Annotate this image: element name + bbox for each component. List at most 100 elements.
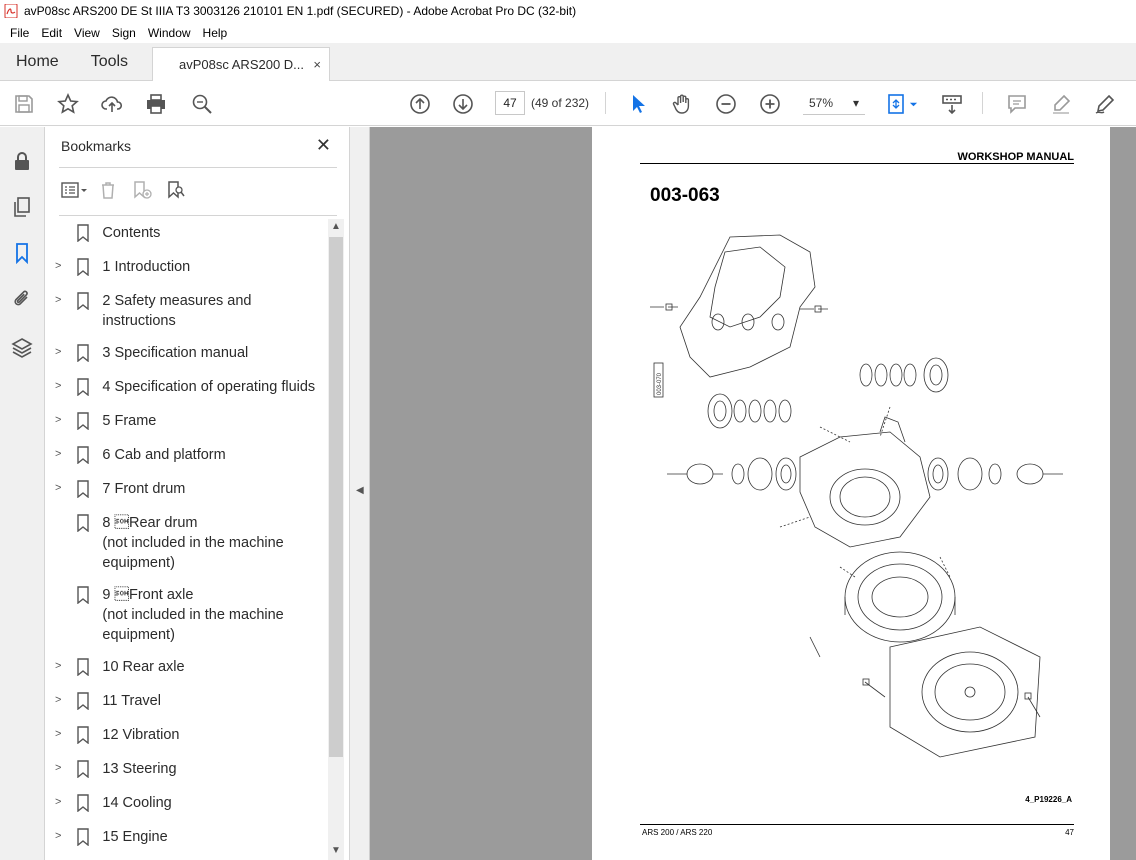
acrobat-logo-icon: [4, 4, 18, 18]
chevron-right-icon[interactable]: >: [55, 257, 71, 279]
drawing-code: 4_P19226_A: [1025, 795, 1072, 804]
tab-bar: Home Tools avP08sc ARS200 D... ×: [0, 43, 1136, 81]
zoom-level-dropdown[interactable]: 57% ▾: [803, 91, 865, 115]
chevron-right-icon[interactable]: >: [55, 827, 71, 849]
tab-close-icon[interactable]: ×: [313, 57, 321, 72]
hand-tool-icon[interactable]: [669, 91, 695, 117]
scroll-up-icon[interactable]: ▲: [331, 221, 341, 232]
highlight-pen-icon[interactable]: [1048, 91, 1074, 117]
title-bar: avP08sc ARS200 DE St IIIA T3 3003126 210…: [0, 0, 1136, 22]
bookmarks-panel: Bookmarks ✕ Contents >1 Introduction >2 Sa…: [45, 127, 350, 860]
scroll-down-icon[interactable]: ▼: [331, 845, 341, 856]
bookmark-icon: [76, 793, 93, 815]
bookmarks-toolbar: [59, 177, 195, 203]
scroll-mode-icon[interactable]: [939, 91, 965, 117]
chevron-right-icon[interactable]: >: [55, 657, 71, 679]
bookmark-icon: [76, 585, 93, 645]
tab-document-label: avP08sc ARS200 D...: [179, 57, 305, 72]
bookmarks-scrollbar[interactable]: ▲ ▼: [328, 219, 344, 860]
find-bookmark-icon[interactable]: [161, 178, 191, 202]
bookmark-label: 15 Engine: [102, 829, 168, 845]
layers-icon[interactable]: [10, 335, 34, 359]
bookmark-item[interactable]: >12 Vibration: [45, 725, 328, 747]
close-icon[interactable]: ✕: [316, 135, 331, 156]
chevron-right-icon[interactable]: >: [55, 479, 71, 501]
panel-splitter[interactable]: ◀: [350, 127, 370, 860]
bookmark-icon: [76, 343, 93, 365]
document-viewport[interactable]: WORKSHOP MANUAL 003-063 003-070 4_P19226…: [370, 127, 1136, 860]
tab-document[interactable]: avP08sc ARS200 D... ×: [152, 47, 330, 81]
bookmark-item[interactable]: >1 Introduction: [45, 257, 328, 279]
bookmark-options-icon[interactable]: [59, 178, 89, 202]
chevron-right-icon[interactable]: >: [55, 377, 71, 399]
tab-home[interactable]: Home: [0, 43, 75, 81]
tab-tools[interactable]: Tools: [75, 43, 144, 81]
footer-page-number: 47: [1065, 828, 1074, 837]
bookmark-item[interactable]: >7 Front drum: [45, 479, 328, 501]
menu-sign[interactable]: Sign: [106, 26, 142, 40]
page-number-input[interactable]: 47: [495, 91, 525, 115]
zoom-in-icon[interactable]: [757, 91, 783, 117]
bookmark-icon: [76, 725, 93, 747]
next-page-icon[interactable]: [450, 91, 476, 117]
bookmark-item[interactable]: >11 Travel: [45, 691, 328, 713]
previous-page-icon[interactable]: [407, 91, 433, 117]
fit-page-caret-icon[interactable]: [906, 91, 920, 117]
bookmark-item[interactable]: 8 Rear drum (not included in the machin…: [45, 513, 328, 573]
delete-bookmark-icon[interactable]: [93, 178, 123, 202]
menu-window[interactable]: Window: [142, 26, 197, 40]
collapse-panel-icon[interactable]: ◀: [356, 485, 364, 496]
menu-help[interactable]: Help: [197, 26, 234, 40]
bookmark-label: 14 Cooling: [102, 795, 172, 811]
sign-pen-icon[interactable]: [1092, 91, 1118, 117]
chevron-right-icon[interactable]: >: [55, 691, 71, 713]
bookmark-item[interactable]: 9 Front axle (not included in the machi…: [45, 585, 328, 645]
bookmark-item[interactable]: >6 Cab and platform: [45, 445, 328, 467]
menu-edit[interactable]: Edit: [35, 26, 68, 40]
bookmark-panel-icon[interactable]: [10, 241, 34, 265]
new-bookmark-icon[interactable]: [127, 178, 157, 202]
bookmark-spacer: [55, 513, 71, 573]
chevron-right-icon[interactable]: >: [55, 411, 71, 433]
bookmark-list: Contents >1 Introduction >2 Safety measure…: [45, 223, 328, 860]
scrollbar-thumb[interactable]: [329, 237, 343, 757]
page-thumbnails-icon[interactable]: [10, 195, 34, 219]
star-icon[interactable]: [55, 91, 81, 117]
comment-icon[interactable]: [1004, 91, 1030, 117]
bookmark-icon: [76, 257, 93, 279]
upload-cloud-icon[interactable]: [99, 91, 125, 117]
chevron-right-icon[interactable]: >: [55, 793, 71, 815]
bookmark-label: 13 Steering: [102, 761, 177, 777]
print-icon[interactable]: [143, 91, 169, 117]
chevron-right-icon[interactable]: >: [55, 445, 71, 467]
bookmark-item[interactable]: >4 Specification of operating fluids: [45, 377, 328, 399]
zoom-out-icon[interactable]: [713, 91, 739, 117]
menu-view[interactable]: View: [68, 26, 106, 40]
bookmark-item[interactable]: >2 Safety measures and instructions: [45, 291, 328, 331]
page-count-label: (49 of 232): [531, 96, 590, 110]
bookmarks-divider: [59, 215, 337, 216]
chevron-right-icon[interactable]: >: [55, 725, 71, 747]
menu-file[interactable]: File: [4, 26, 35, 40]
chevron-right-icon[interactable]: >: [55, 759, 71, 781]
bookmark-item[interactable]: >13 Steering: [45, 759, 328, 781]
select-cursor-icon[interactable]: [625, 91, 651, 117]
bookmark-icon: [76, 657, 93, 679]
bookmark-item[interactable]: >10 Rear axle: [45, 657, 328, 679]
chevron-right-icon[interactable]: >: [55, 343, 71, 365]
save-icon[interactable]: [11, 91, 37, 117]
bookmark-item[interactable]: >3 Specification manual: [45, 343, 328, 365]
bookmark-item[interactable]: >14 Cooling: [45, 793, 328, 815]
lock-icon[interactable]: [10, 149, 34, 173]
bookmark-label: Contents: [102, 225, 161, 241]
chevron-right-icon[interactable]: >: [55, 291, 71, 331]
page-header: WORKSHOP MANUAL: [957, 151, 1074, 163]
search-zoom-icon[interactable]: [189, 91, 215, 117]
drawing-side-label: 003-070: [657, 372, 663, 395]
window-title: avP08sc ARS200 DE St IIIA T3 3003126 210…: [24, 4, 577, 18]
bookmark-icon: [76, 827, 93, 849]
bookmark-item[interactable]: >15 Engine: [45, 827, 328, 849]
bookmark-item[interactable]: Contents: [45, 223, 328, 245]
attachment-icon[interactable]: [10, 287, 34, 311]
bookmark-item[interactable]: >5 Frame: [45, 411, 328, 433]
